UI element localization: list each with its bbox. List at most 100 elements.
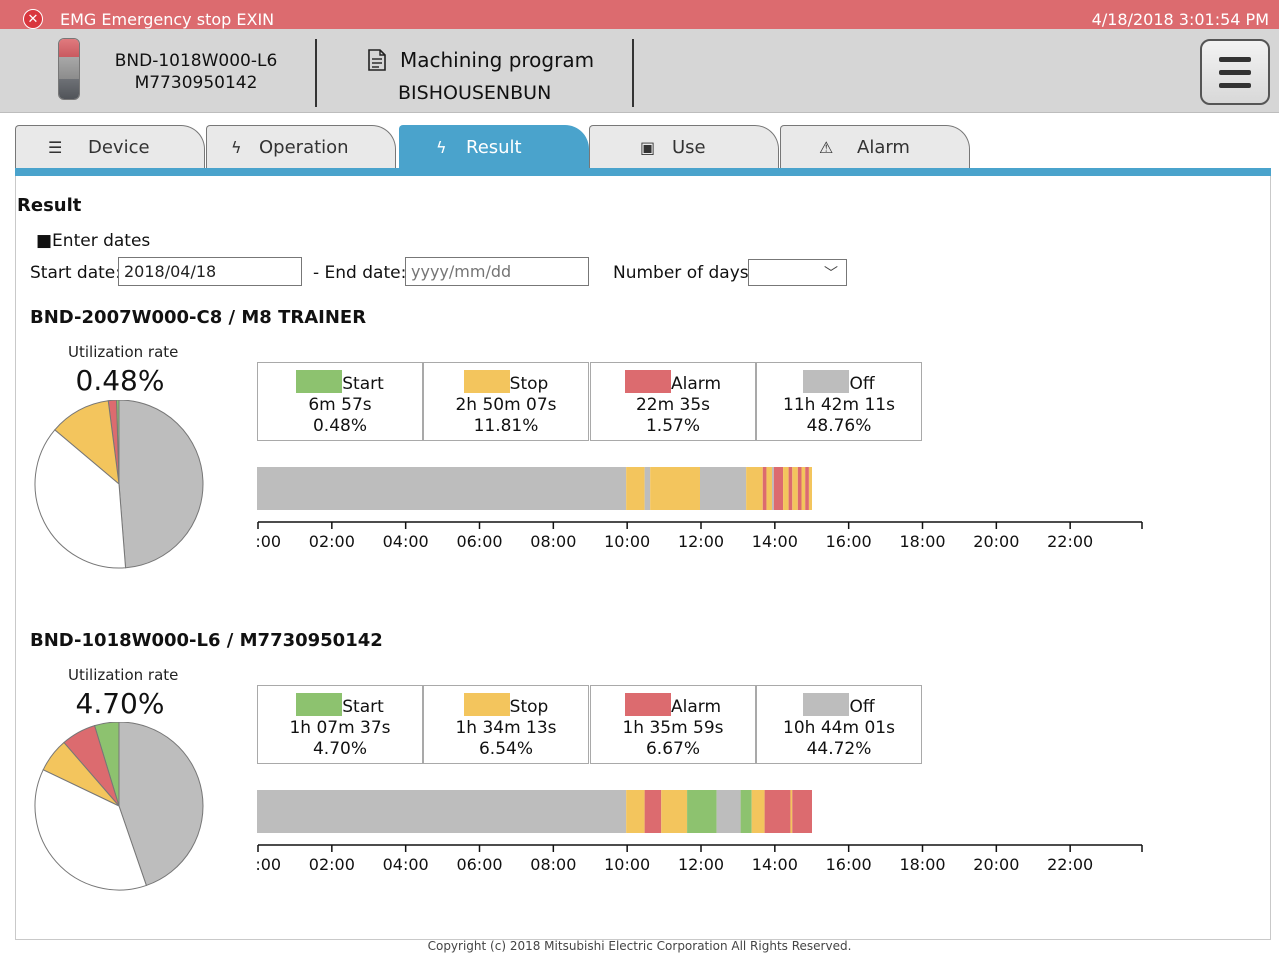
alarm-bar[interactable]: ✕ EMG Emergency stop EXIN 4/18/2018 3:01… <box>0 0 1279 29</box>
tab-label: Device <box>88 137 150 158</box>
timeline-segment-alarm <box>805 467 809 510</box>
stat-percent: 44.72% <box>806 739 872 759</box>
stat-alarm: Alarm 22m 35s 1.57% <box>590 362 756 441</box>
battery-icon: ▣ <box>640 138 656 157</box>
alarm-swatch <box>624 693 671 716</box>
timeline-segment-off <box>716 790 741 833</box>
timeline-segment-stop <box>801 467 806 510</box>
timeline-segment-stop <box>626 467 645 510</box>
lightning-icon: ϟ <box>231 138 242 157</box>
tab-label: Operation <box>259 137 349 158</box>
axis-tick-label: 14:00 <box>752 855 798 874</box>
stat-time: 11h 42m 11s <box>783 395 895 415</box>
utilization-value: 0.48% <box>75 364 165 397</box>
timeline-segment-alarm <box>797 467 802 510</box>
axis-tick-label: 20:00 <box>973 855 1019 874</box>
program-name: BISHOUSENBUN <box>398 82 552 104</box>
stat-percent: 4.70% <box>312 739 367 759</box>
stats-legend: Start 6m 57s 0.48% Stop 2h 50m 07s 11.81… <box>257 362 923 441</box>
warning-icon: ⚠ <box>819 138 834 157</box>
timeline-segment-off <box>700 467 747 510</box>
timeline-segment-off <box>771 467 774 510</box>
stat-alarm: Alarm 1h 35m 59s 6.67% <box>590 685 756 764</box>
timeline-segment-stop <box>792 467 798 510</box>
timeline-segment-stop <box>751 790 765 833</box>
axis-tick-label: 02:00 <box>309 855 355 874</box>
alarm-swatch <box>624 370 671 393</box>
document-icon <box>368 49 386 71</box>
stat-time: 6m 57s <box>308 395 372 415</box>
timeline-segment-off <box>644 467 651 510</box>
start-date-input[interactable] <box>118 257 302 286</box>
end-date-input[interactable] <box>405 257 589 286</box>
off-swatch <box>803 693 850 716</box>
timeline-segment-stop <box>808 467 812 510</box>
timeline-segment-stop <box>783 467 789 510</box>
timeline-segment-start <box>740 790 752 833</box>
tab-result[interactable]: ϟ Result <box>399 125 589 171</box>
timeline-segment-stop <box>766 467 772 510</box>
stat-percent: 48.76% <box>806 416 872 436</box>
timeline-segment-stop <box>626 790 645 833</box>
axis-tick-label: 04:00 <box>383 855 429 874</box>
axis-tick-label: 16:00 <box>826 855 872 874</box>
stat-percent: 11.81% <box>473 416 539 436</box>
device-model: BND-1018W000-L6 <box>114 51 278 71</box>
axis-tick-label: 02:00 <box>309 532 355 551</box>
timeline-segment-off <box>257 790 627 833</box>
days-select[interactable]: ﹀ <box>748 259 847 286</box>
time-axis: 00:00 02:00 04:00 06:00 08:00 10:00 12:00 14:00… <box>257 521 1143 551</box>
pie-slice-off <box>118 400 204 569</box>
tab-label: Result <box>466 137 522 158</box>
stat-time: 1h 34m 13s <box>455 718 557 738</box>
copyright-footer: Copyright (c) 2018 Mitsubishi Electric C… <box>427 939 852 953</box>
axis-tick-label: 08:00 <box>530 532 576 551</box>
enter-dates-heading: ■Enter dates <box>36 231 151 251</box>
days-label: Number of days: <box>613 263 755 283</box>
axis-tick-label: 06:00 <box>456 855 502 874</box>
timeline-segment-alarm <box>762 467 767 510</box>
signal-tower-icon <box>58 38 80 100</box>
timeline-segment-alarm <box>764 790 791 833</box>
status-timeline <box>257 790 812 833</box>
menu-button[interactable] <box>1200 39 1270 105</box>
axis-tick-label: 18:00 <box>899 532 945 551</box>
tab-use[interactable]: ▣ Use <box>589 125 779 168</box>
device-serial: M7730950142 <box>134 73 258 93</box>
timeline-segment-stop <box>650 467 700 510</box>
timeline-segment-stop <box>790 790 793 833</box>
tab-alarm[interactable]: ⚠ Alarm <box>780 125 970 168</box>
axis-tick-label: 04:00 <box>383 532 429 551</box>
divider <box>632 39 634 107</box>
timeline-segment-start <box>687 790 717 833</box>
alarm-message: EMG Emergency stop EXIN <box>60 10 275 29</box>
stat-start: Start 1h 07m 37s 4.70% <box>257 685 423 764</box>
utilization-label: Utilization rate <box>68 666 179 684</box>
start-date-label: Start date: <box>30 263 121 283</box>
stat-percent: 6.54% <box>478 739 533 759</box>
axis-tick-label: 12:00 <box>678 532 724 551</box>
program-label: Machining program <box>400 48 595 72</box>
device-title: BND-2007W000-C8 / M8 TRAINER <box>30 307 367 328</box>
menu-icon <box>1219 57 1251 62</box>
axis-tick-label: 16:00 <box>826 532 872 551</box>
stat-stop: Stop 2h 50m 07s 11.81% <box>423 362 589 441</box>
stats-legend: Start 1h 07m 37s 4.70% Stop 1h 34m 13s 6… <box>257 685 923 764</box>
tab-operation[interactable]: ϟ Operation <box>206 125 396 168</box>
timeline-segment-alarm <box>792 790 812 833</box>
stop-swatch <box>463 693 510 716</box>
axis-tick-label: 00:00 <box>257 855 281 874</box>
time-axis: 00:00 02:00 04:00 06:00 08:00 10:00 12:00 14:00… <box>257 844 1143 874</box>
timeline-segment-off <box>257 467 627 510</box>
stat-percent: 0.48% <box>312 416 367 436</box>
tab-label: Alarm <box>857 137 910 158</box>
stat-percent: 6.67% <box>645 739 700 759</box>
stat-time: 1h 35m 59s <box>622 718 724 738</box>
tab-label: Use <box>672 137 706 158</box>
axis-tick-label: 20:00 <box>973 532 1019 551</box>
stat-time: 10h 44m 01s <box>783 718 895 738</box>
stat-time: 22m 35s <box>635 395 711 415</box>
header: BND-1018W000-L6 M7730950142 Machining pr… <box>0 29 1279 113</box>
status-timeline <box>257 467 812 510</box>
tab-device[interactable]: ☰ Device <box>15 125 205 168</box>
